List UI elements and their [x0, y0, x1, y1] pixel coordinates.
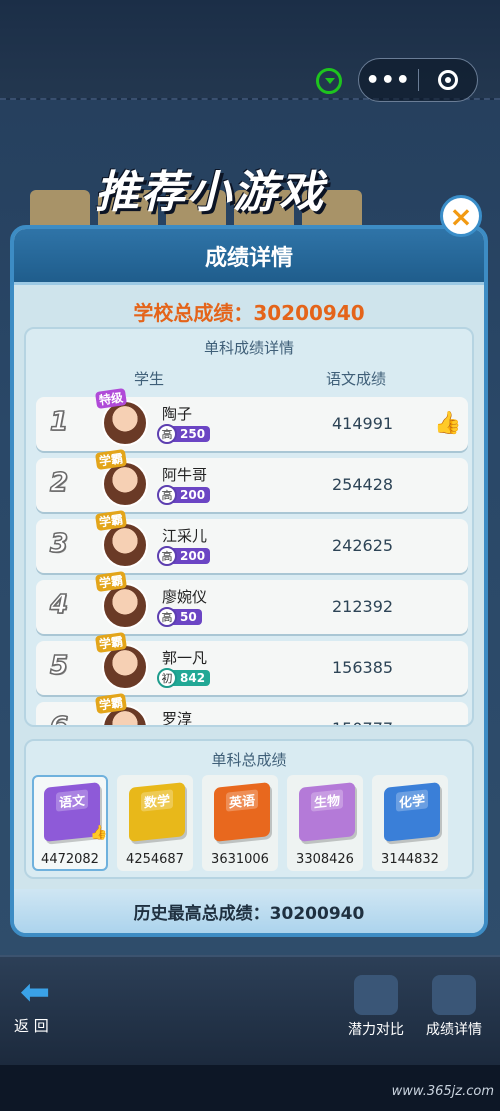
level-points: 250	[173, 426, 211, 442]
subject-book-math[interactable]: 数学 4254687	[117, 775, 193, 871]
subject-total-title: 单科总成绩	[211, 751, 287, 769]
subject-book-list[interactable]: 语文 👍 4472082 数学 4254687 英语 3631006 生物 33…	[32, 775, 448, 871]
subject-total-card: 单科总成绩 语文 👍 4472082 数学 4254687 英语 3631006…	[24, 739, 474, 879]
student-row[interactable]: 3 学霸 江采儿 高 200 242625	[36, 509, 468, 573]
score-details-modal: 成绩详情 学校总成绩：30200940 单科成绩详情 学生 语文成绩 1 特级 …	[10, 225, 488, 937]
close-mini-program-button[interactable]	[419, 70, 478, 90]
subject-total-value: 3631006	[211, 852, 269, 867]
subject-name: 生物	[310, 789, 343, 812]
student-score: 242625	[332, 536, 394, 555]
column-headers: 学生 语文成绩	[26, 364, 472, 392]
subject-name: 英语	[225, 789, 258, 812]
back-arrow-icon: ⬅	[20, 972, 51, 1013]
school-total-value: 30200940	[253, 301, 365, 325]
student-name: 阿牛哥	[162, 466, 208, 484]
column-header-student: 学生	[134, 370, 165, 388]
student-row[interactable]: 5 学霸 郭一凡 初 842 156385	[36, 631, 468, 695]
student-score: 254428	[332, 475, 394, 494]
rank-number: 1	[49, 406, 69, 438]
student-level-badge: 初 842	[157, 668, 211, 688]
score-details-label: 成绩详情	[426, 1022, 482, 1038]
student-name: 郭一凡	[162, 649, 208, 667]
level-grade: 高	[157, 607, 177, 627]
potential-compare-label: 潜力对比	[348, 1022, 404, 1038]
potential-compare-button[interactable]: 潜力对比	[348, 975, 404, 1039]
subject-detail-title: 单科成绩详情	[203, 339, 294, 357]
column-header-score: 语文成绩	[326, 370, 387, 388]
student-level-badge: 高 50	[157, 607, 202, 627]
student-row[interactable]: 1 特级 陶子 高 250 414991 👍	[36, 387, 468, 451]
level-grade: 高	[157, 485, 177, 505]
student-level-badge: 高 250	[157, 424, 211, 444]
mini-program-capsule: •••	[358, 58, 478, 102]
level-grade: 高	[157, 546, 177, 566]
student-score: 150777	[332, 719, 393, 725]
school-total-score: 学校总成绩：30200940	[14, 297, 484, 326]
level-grade: 初	[157, 668, 177, 688]
score-details-button[interactable]: 成绩详情	[426, 975, 482, 1039]
subject-name: 语文	[55, 789, 88, 812]
rank-number: 5	[49, 650, 69, 682]
school-total-label: 学校总成绩：	[133, 301, 254, 325]
student-level-badge: 高 200	[157, 546, 211, 566]
student-name: 陶子	[162, 405, 193, 423]
rank-number: 3	[49, 528, 69, 560]
subject-name: 数学	[140, 789, 173, 812]
student-list[interactable]: 1 特级 陶子 高 250 414991 👍 2 学霸 阿牛哥 高 200 2544…	[36, 387, 468, 727]
close-modal-button[interactable]: ×	[440, 195, 482, 237]
student-name: 江采儿	[162, 527, 208, 545]
history-value: 30200940	[269, 904, 365, 924]
student-score: 414991	[332, 414, 394, 433]
level-points: 842	[173, 670, 211, 686]
record-icon	[437, 70, 458, 90]
student-row[interactable]: 4 学霸 廖婉仪 高 50 212392	[36, 570, 468, 634]
chart-icon	[354, 975, 398, 1015]
level-points: 50	[173, 609, 202, 625]
book-cover-icon: 数学	[129, 782, 185, 842]
rank-number: 4	[49, 589, 69, 621]
modal-title: 成绩详情	[14, 229, 484, 285]
mini-program-status-icon[interactable]	[316, 68, 342, 94]
back-label: 返 回	[14, 1017, 49, 1035]
history-best-score: 历史最高总成绩：30200940	[14, 889, 484, 933]
subject-total-value: 3308426	[296, 852, 354, 867]
back-button[interactable]: ⬅ 返 回	[14, 975, 64, 1036]
rank-number: 6	[49, 711, 69, 727]
watermark: www.365jz.com	[391, 1084, 494, 1099]
recommend-banner: 推荐小游戏	[95, 167, 325, 218]
student-name: 罗淳	[162, 710, 193, 727]
clipboard-icon	[432, 975, 476, 1015]
thumbs-up-icon: 👍	[90, 825, 108, 841]
subject-book-chemistry[interactable]: 化学 3144832	[372, 775, 448, 871]
history-label: 历史最高总成绩：	[133, 904, 270, 924]
subject-total-value: 4472082	[41, 852, 99, 867]
student-row[interactable]: 6 学霸 罗淳 150777	[36, 692, 468, 727]
level-grade: 高	[157, 424, 177, 444]
book-cover-icon: 化学	[384, 782, 440, 842]
rank-number: 2	[49, 467, 69, 499]
thumbs-up-icon: 👍	[434, 411, 462, 436]
student-level-badge: 高 200	[157, 485, 211, 505]
subject-total-value: 4254687	[126, 852, 184, 867]
subject-name: 化学	[395, 789, 428, 812]
subject-book-english[interactable]: 英语 3631006	[202, 775, 278, 871]
book-cover-icon: 英语	[214, 782, 270, 842]
subject-total-value: 3144832	[381, 852, 439, 867]
book-cover-icon: 生物	[299, 782, 355, 842]
level-points: 200	[173, 487, 211, 503]
bottom-nav-bar	[0, 955, 500, 1065]
student-score: 156385	[332, 658, 394, 677]
more-menu-button[interactable]: •••	[359, 68, 418, 93]
subject-book-chinese[interactable]: 语文 👍 4472082	[32, 775, 108, 871]
subject-detail-card: 单科成绩详情 学生 语文成绩 1 特级 陶子 高 250 414991 👍 2 学…	[24, 327, 474, 727]
student-score: 212392	[332, 597, 394, 616]
level-points: 200	[173, 548, 211, 564]
subject-book-biology[interactable]: 生物 3308426	[287, 775, 363, 871]
student-name: 廖婉仪	[162, 588, 208, 606]
student-row[interactable]: 2 学霸 阿牛哥 高 200 254428	[36, 448, 468, 512]
